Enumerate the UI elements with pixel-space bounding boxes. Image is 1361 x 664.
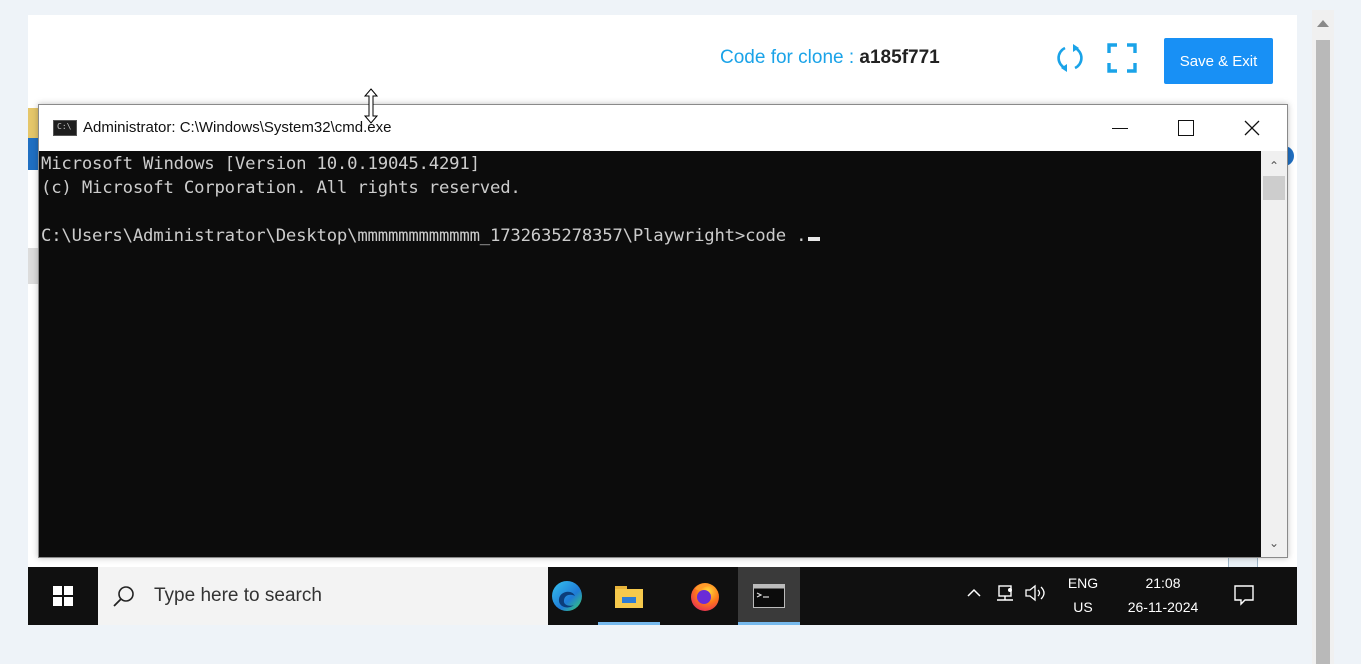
background-toolbar-edge xyxy=(28,138,38,170)
resize-cursor-icon xyxy=(363,88,379,124)
background-folder-edge xyxy=(28,108,38,138)
clone-code-value: a185f771 xyxy=(859,47,940,68)
tray-overflow-chevron[interactable] xyxy=(966,585,982,606)
tray-network[interactable] xyxy=(996,583,1016,608)
cmd-app-icon: C:\ xyxy=(53,120,77,136)
network-icon xyxy=(997,585,1013,601)
minimize-icon xyxy=(1112,127,1128,129)
tray-time[interactable]: 21:08 xyxy=(1118,575,1208,591)
cmd-titlebar[interactable]: C:\ Administrator: C:\Windows\System32\c… xyxy=(39,105,1287,151)
cmd-scrollbar[interactable]: ⌃ ⌄ xyxy=(1261,151,1287,557)
action-center-button[interactable] xyxy=(1232,583,1256,612)
taskbar-file-explorer[interactable] xyxy=(598,567,660,625)
background-row-edge xyxy=(28,248,38,284)
tray-date[interactable]: 26-11-2024 xyxy=(1118,599,1208,615)
text-cursor xyxy=(808,237,821,241)
cmd-icon-text: C:\ xyxy=(57,122,72,131)
console-prompt-text: C:\Users\Administrator\Desktop\mmmmmmmmm… xyxy=(41,226,807,246)
speaker-icon xyxy=(1025,584,1045,602)
start-button[interactable] xyxy=(28,567,98,625)
cmd-console[interactable]: Microsoft Windows [Version 10.0.19045.42… xyxy=(39,151,1261,557)
cmd-window[interactable]: C:\ Administrator: C:\Windows\System32\c… xyxy=(38,104,1288,558)
page-scrollbar[interactable] xyxy=(1312,10,1334,664)
maximize-button[interactable] xyxy=(1153,105,1219,151)
search-icon xyxy=(113,586,134,607)
firefox-icon xyxy=(691,583,719,611)
maximize-icon xyxy=(1178,120,1194,136)
page-scrollbar-thumb[interactable] xyxy=(1316,40,1330,664)
close-button[interactable] xyxy=(1219,105,1285,151)
clone-code-label: Code for clone : a185f771 xyxy=(720,47,940,69)
fullscreen-icon[interactable] xyxy=(1106,42,1138,74)
cmd-icon xyxy=(753,584,785,608)
windows-logo-icon xyxy=(53,586,73,606)
console-prompt-line: C:\Users\Administrator\Desktop\mmmmmmmmm… xyxy=(41,226,821,246)
scroll-up-arrow-icon[interactable] xyxy=(1317,20,1329,27)
taskbar-search-box[interactable]: Type here to search xyxy=(98,567,548,625)
file-explorer-icon xyxy=(615,586,643,608)
chevron-up-icon xyxy=(967,588,981,597)
taskbar-firefox[interactable] xyxy=(674,567,736,625)
notification-icon xyxy=(1234,585,1254,606)
console-line: Microsoft Windows [Version 10.0.19045.42… xyxy=(41,154,480,174)
close-icon xyxy=(1244,120,1260,136)
chevron-up-icon[interactable]: ⌃ xyxy=(1269,159,1279,173)
edge-icon xyxy=(552,581,582,611)
clone-code-prefix: Code for clone : xyxy=(720,47,855,68)
taskbar: Type here to search ENG US 21:08 26-11-2… xyxy=(28,567,1297,625)
taskbar-edge[interactable] xyxy=(536,567,598,625)
tray-region[interactable]: US xyxy=(1066,599,1100,615)
cmd-window-title: Administrator: C:\Windows\System32\cmd.e… xyxy=(83,119,392,136)
search-placeholder: Type here to search xyxy=(154,585,322,606)
tray-volume[interactable] xyxy=(1024,583,1048,608)
tray-language[interactable]: ENG xyxy=(1066,575,1100,591)
refresh-icon[interactable] xyxy=(1054,42,1086,74)
cmd-scrollbar-thumb[interactable] xyxy=(1263,176,1285,200)
minimize-button[interactable] xyxy=(1087,105,1153,151)
chevron-down-icon[interactable]: ⌄ xyxy=(1269,536,1279,550)
console-line: (c) Microsoft Corporation. All rights re… xyxy=(41,178,521,198)
taskbar-cmd[interactable] xyxy=(738,567,800,625)
save-exit-button[interactable]: Save & Exit xyxy=(1164,38,1273,84)
